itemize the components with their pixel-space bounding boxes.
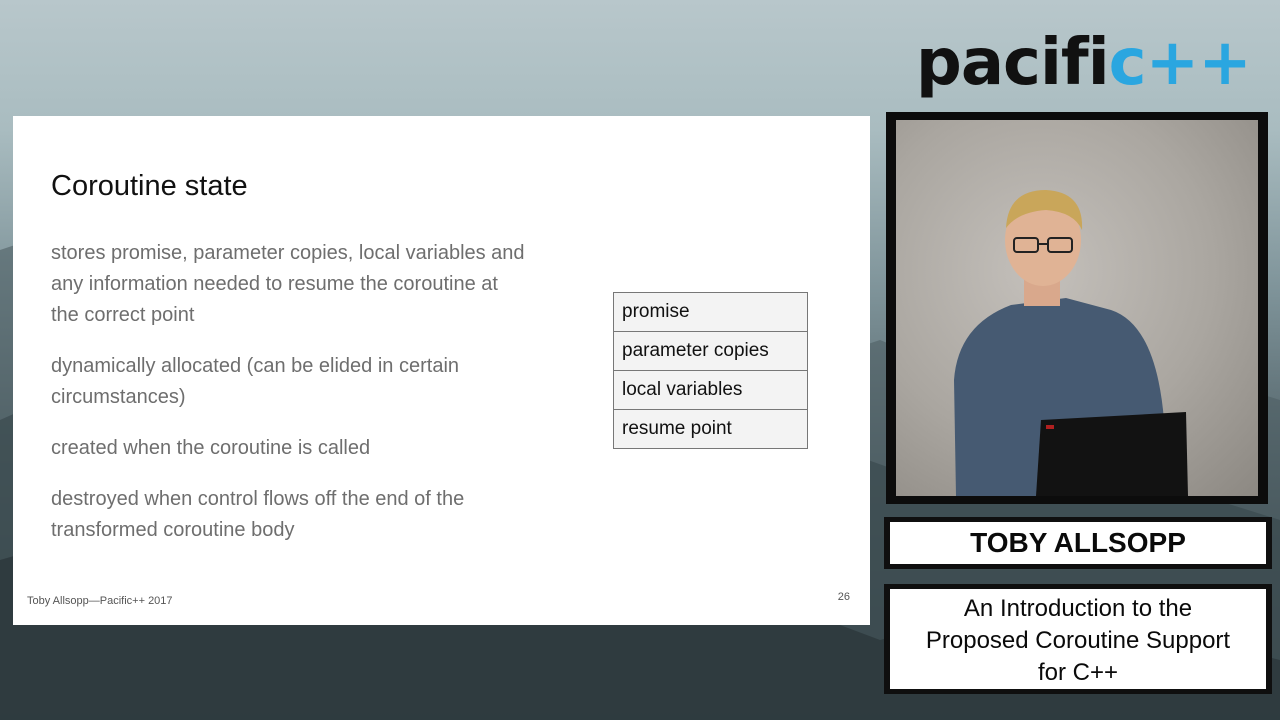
slide-page-number: 26 — [837, 591, 850, 603]
talk-title-card: An Introduction to the Proposed Coroutin… — [884, 584, 1272, 694]
coroutine-state-diagram: promise parameter copies local variables… — [613, 292, 808, 449]
talk-title-line: for C++ — [1037, 659, 1119, 686]
logo-accent-text: c++ — [1108, 26, 1252, 100]
laptop-logo — [1046, 425, 1054, 429]
talk-title: An Introduction to the Proposed Coroutin… — [890, 589, 1266, 689]
bullet-item: dynamically allocated (can be elided in … — [51, 355, 460, 408]
state-row-local-variables: local variables — [614, 371, 807, 410]
state-row-parameter-copies: parameter copies — [614, 332, 807, 371]
talk-title-line: An Introduction to the — [963, 595, 1193, 622]
bullet-item: destroyed when control flows off the end… — [51, 488, 465, 541]
state-row-promise: promise — [614, 293, 807, 332]
speaker-name: TOBY ALLSOPP — [890, 522, 1266, 564]
state-row-resume-point: resume point — [614, 410, 807, 449]
laptop-icon — [1036, 412, 1188, 496]
speaker-figure — [954, 190, 1188, 496]
slide-title: Coroutine state — [51, 170, 248, 202]
conference-logo: pacific++ — [916, 18, 1252, 108]
speaker-name-card: TOBY ALLSOPP — [884, 517, 1272, 569]
slide-footer: Toby Allsopp—Pacific++ 2017 — [27, 595, 173, 607]
speaker-video-frame — [886, 112, 1268, 504]
bullet-item: created when the coroutine is called — [51, 437, 371, 459]
logo-main-text: pacifi — [916, 26, 1110, 100]
speaker-video — [896, 120, 1258, 496]
slide-bullets: stores promise, parameter copies, local … — [51, 238, 531, 566]
talk-title-line: Proposed Coroutine Support — [925, 627, 1231, 654]
presentation-slide: Coroutine state stores promise, paramete… — [13, 116, 870, 625]
bullet-item: stores promise, parameter copies, local … — [51, 242, 525, 326]
